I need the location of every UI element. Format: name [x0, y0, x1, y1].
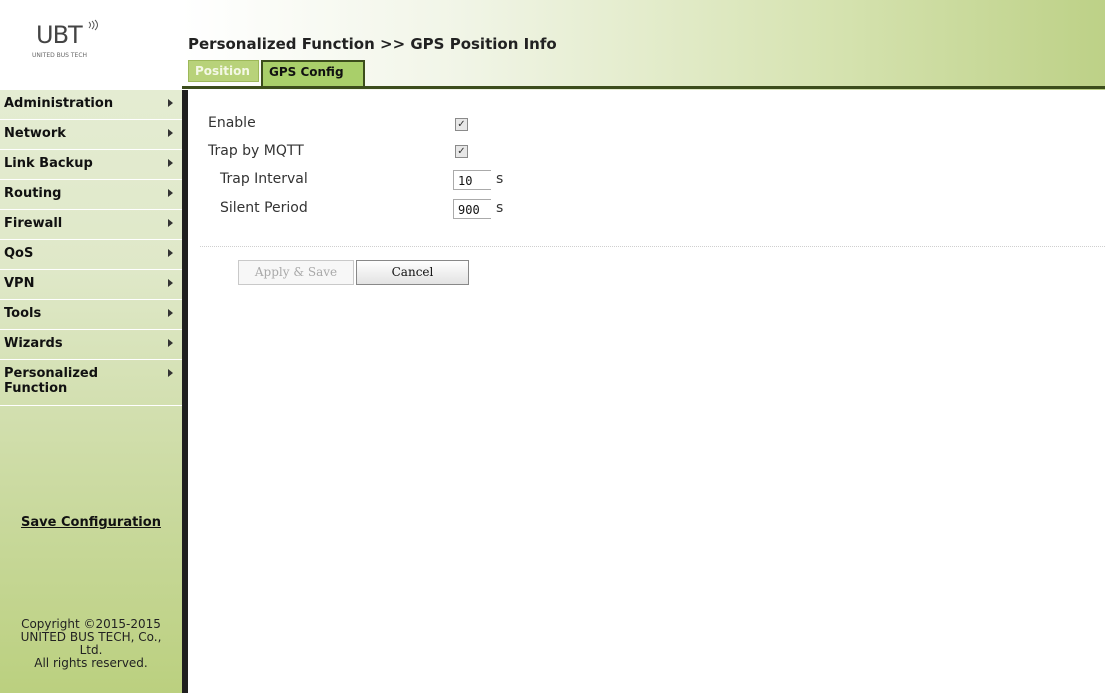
- sidebar-item-administration[interactable]: Administration: [0, 90, 182, 120]
- main-content: Enable ✓ Trap by MQTT ✓ Trap Interval 10…: [182, 90, 1105, 693]
- sidebar-item-wizards[interactable]: Wizards: [0, 330, 182, 360]
- sidebar-item-label: Firewall: [4, 216, 63, 231]
- enable-checkbox[interactable]: ✓: [455, 118, 468, 131]
- sidebar-item-link-backup[interactable]: Link Backup: [0, 150, 182, 180]
- trap-interval-unit: s: [496, 171, 504, 187]
- save-configuration-link[interactable]: Save Configuration: [0, 515, 182, 530]
- ubt-logo: UBT UNITED BUS TECH: [32, 19, 126, 70]
- sidebar-item-label: Routing: [4, 186, 62, 201]
- chevron-right-icon: [168, 219, 173, 227]
- sidebar-item-label: Link Backup: [4, 156, 93, 171]
- sidebar-item-vpn[interactable]: VPN: [0, 270, 182, 300]
- sidebar-item-firewall[interactable]: Firewall: [0, 210, 182, 240]
- logo-subtitle: UNITED BUS TECH: [32, 52, 88, 59]
- silent-period-input[interactable]: 900: [453, 199, 491, 219]
- silent-period-unit: s: [496, 200, 504, 216]
- chevron-right-icon: [168, 99, 173, 107]
- page-title: Personalized Function >> GPS Position In…: [188, 35, 557, 53]
- trap-interval-label: Trap Interval: [220, 171, 308, 187]
- sidebar-item-label: VPN: [4, 276, 35, 291]
- sidebar-item-tools[interactable]: Tools: [0, 300, 182, 330]
- sidebar-item-network[interactable]: Network: [0, 120, 182, 150]
- logo-mark: UBT: [36, 21, 83, 49]
- sidebar-item-label: QoS: [4, 246, 34, 261]
- trap-mqtt-checkbox[interactable]: ✓: [455, 145, 468, 158]
- apply-save-button[interactable]: Apply & Save: [238, 260, 354, 285]
- copyright: Copyright ©2015-2015 UNITED BUS TECH, Co…: [0, 618, 182, 670]
- header-divider: [182, 86, 1105, 89]
- sidebar-item-label: Wizards: [4, 336, 63, 351]
- divider: [200, 246, 1105, 247]
- tab-position[interactable]: Position: [188, 60, 259, 82]
- sidebar-item-label: Personalized Function: [4, 366, 99, 396]
- sidebar-item-personalized-function[interactable]: Personalized Function: [0, 360, 182, 406]
- sidebar-item-qos[interactable]: QoS: [0, 240, 182, 270]
- chevron-right-icon: [168, 189, 173, 197]
- chevron-right-icon: [168, 369, 173, 377]
- chevron-right-icon: [168, 129, 173, 137]
- chevron-right-icon: [168, 249, 173, 257]
- sidebar-item-routing[interactable]: Routing: [0, 180, 182, 210]
- chevron-right-icon: [168, 339, 173, 347]
- sidebar-item-label: Tools: [4, 306, 42, 321]
- copyright-line: All rights reserved.: [34, 656, 148, 670]
- chevron-right-icon: [168, 279, 173, 287]
- sidebar-item-label: Administration: [4, 96, 114, 111]
- trap-interval-input[interactable]: 10: [453, 170, 491, 190]
- enable-label: Enable: [208, 115, 256, 131]
- tab-gps-config[interactable]: GPS Config: [261, 60, 365, 86]
- header: Personalized Function >> GPS Position In…: [182, 0, 1105, 90]
- chevron-right-icon: [168, 159, 173, 167]
- silent-period-label: Silent Period: [220, 200, 308, 216]
- signal-waves-icon: [88, 19, 98, 31]
- chevron-right-icon: [168, 309, 173, 317]
- sidebar-item-label: Network: [4, 126, 66, 141]
- trap-mqtt-label: Trap by MQTT: [208, 143, 304, 159]
- sidebar: Administration Network Link Backup Routi…: [0, 90, 182, 693]
- cancel-button[interactable]: Cancel: [356, 260, 469, 285]
- logo-area: UBT UNITED BUS TECH: [0, 0, 182, 90]
